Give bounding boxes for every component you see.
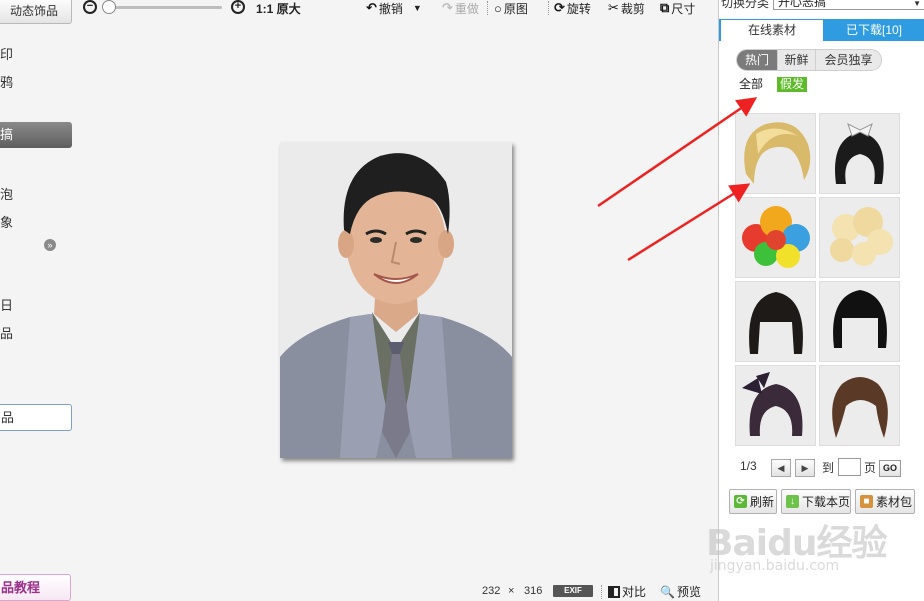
- compare-button[interactable]: 对比: [608, 583, 646, 600]
- preview-label: 预览: [676, 585, 701, 599]
- actual-size-label: 1:1 原大: [256, 1, 301, 16]
- original-label: 原图: [503, 1, 528, 16]
- category-label: 切换分类: [721, 0, 770, 10]
- tutorial-button[interactable]: 品教程: [0, 574, 71, 601]
- category-value: 开心恶搞: [778, 0, 827, 9]
- material-item[interactable]: [819, 365, 900, 446]
- go-button[interactable]: GO: [879, 460, 901, 477]
- dynamic-accessories-button[interactable]: 动态饰品: [0, 0, 72, 24]
- original-button[interactable]: ○ 原图: [494, 0, 528, 16]
- left-menu-item-outlined[interactable]: 品: [0, 404, 72, 431]
- crop-button[interactable]: ✂ 裁剪: [608, 0, 645, 16]
- compare-icon: [608, 585, 620, 598]
- tab-downloaded[interactable]: 已下载[10]: [823, 20, 924, 41]
- exif-button[interactable]: EXIF: [553, 585, 593, 597]
- resize-label: 尺寸: [671, 1, 696, 16]
- left-menu-item[interactable]: 印: [0, 44, 13, 63]
- preview-icon: 🔍: [660, 584, 675, 599]
- material-item[interactable]: [819, 281, 900, 362]
- image-height: 316: [524, 585, 543, 597]
- page-number-input[interactable]: [838, 458, 861, 476]
- toolbar-divider: [487, 1, 488, 15]
- left-menu-item-selected[interactable]: 搞: [0, 122, 72, 148]
- material-item[interactable]: [735, 365, 816, 446]
- preview-button[interactable]: 🔍 预览: [660, 583, 701, 600]
- material-item[interactable]: [735, 197, 816, 278]
- material-item[interactable]: [819, 197, 900, 278]
- resize-button[interactable]: ⧉ 尺寸: [660, 0, 695, 16]
- left-menu-item[interactable]: 日: [0, 295, 13, 314]
- left-menu-item[interactable]: 泡: [0, 184, 13, 203]
- filter-all[interactable]: 全部: [739, 77, 763, 92]
- left-menu-item[interactable]: 鸦: [0, 72, 13, 91]
- original-icon: ○: [494, 0, 502, 16]
- redo-label: 重做: [454, 1, 479, 16]
- tab-online-materials[interactable]: 在线素材: [721, 20, 823, 41]
- expand-more-icon[interactable]: »: [44, 239, 56, 251]
- rotate-label: 旋转: [566, 1, 591, 16]
- brown-wavy-wig-icon: [832, 377, 888, 438]
- left-menu-item[interactable]: 象: [0, 212, 13, 231]
- status-divider: [601, 585, 602, 599]
- crop-label: 裁剪: [620, 1, 645, 16]
- undo-dropdown-icon[interactable]: ▼: [413, 3, 422, 13]
- black-bow-bob-icon: [742, 372, 803, 436]
- zoom-in-icon[interactable]: +: [231, 0, 245, 14]
- compare-label: 对比: [622, 585, 647, 599]
- black-bob-bangs-icon: [749, 292, 803, 354]
- blonde-curly-wig-icon: [830, 207, 893, 266]
- subtab-group: 热门 新鲜 会员独享: [736, 49, 882, 71]
- toolbar-divider: [548, 1, 549, 15]
- undo-icon: ↶: [366, 0, 377, 15]
- baidu-watermark: Baidu经验 jingyan.baidu.com: [706, 500, 906, 590]
- blonde-short-wig-icon: [744, 122, 811, 184]
- undo-button[interactable]: ↶ 撤销 ▼: [366, 0, 422, 16]
- zoom-slider-thumb[interactable]: [102, 0, 116, 14]
- rotate-button[interactable]: ⟳ 旋转: [554, 0, 591, 16]
- redo-icon: ↷: [442, 0, 453, 15]
- prev-page-button[interactable]: ◀: [771, 459, 791, 477]
- redo-button[interactable]: ↷ 重做: [442, 0, 479, 16]
- subtab-new[interactable]: 新鲜: [777, 50, 815, 70]
- resize-icon: ⧉: [660, 0, 670, 15]
- material-item[interactable]: [819, 113, 900, 194]
- material-tabs: 在线素材 已下载[10]: [719, 19, 924, 41]
- left-panel: 动态饰品 印 鸦 搞 泡 象 » 日 品 品 品教程: [0, 0, 80, 601]
- dimension-separator: ×: [508, 585, 515, 597]
- zoom-slider-track[interactable]: [104, 6, 222, 9]
- material-item[interactable]: [735, 113, 816, 194]
- rainbow-afro-wig-icon: [742, 206, 810, 268]
- left-menu-item[interactable]: 品: [0, 323, 13, 342]
- image-width: 232: [482, 585, 501, 597]
- page-label: 页: [864, 461, 877, 475]
- category-select[interactable]: 开心恶搞 ▼: [773, 0, 924, 10]
- subtab-members[interactable]: 会员独享: [815, 50, 881, 70]
- chevron-down-icon: ▼: [913, 0, 921, 8]
- edited-photo[interactable]: [280, 142, 512, 458]
- next-page-button[interactable]: ▶: [795, 459, 815, 477]
- rotate-icon: ⟳: [554, 0, 565, 15]
- black-bob-with-bow-icon: [835, 123, 884, 184]
- undo-label: 撤销: [378, 1, 403, 16]
- zoom-out-icon[interactable]: −: [83, 0, 97, 14]
- watermark-url: jingyan.baidu.com: [710, 558, 840, 574]
- goto-label: 到: [822, 461, 835, 475]
- top-toolbar: − + 1:1 原大 ↶ 撤销 ▼ ↷ 重做 ○ 原图 ⟳ 旋转 ✂ 裁剪 ⧉ …: [80, 0, 710, 18]
- filter-wig[interactable]: 假发: [777, 77, 808, 92]
- scissors-icon: ✂: [608, 0, 619, 15]
- material-item[interactable]: [735, 281, 816, 362]
- subtab-hot[interactable]: 热门: [737, 50, 777, 70]
- portrait-image: [280, 142, 512, 458]
- page-indicator: 1/3: [740, 459, 757, 473]
- actual-size-button[interactable]: 1:1 原大: [256, 0, 301, 16]
- black-hime-cut-icon: [833, 290, 887, 348]
